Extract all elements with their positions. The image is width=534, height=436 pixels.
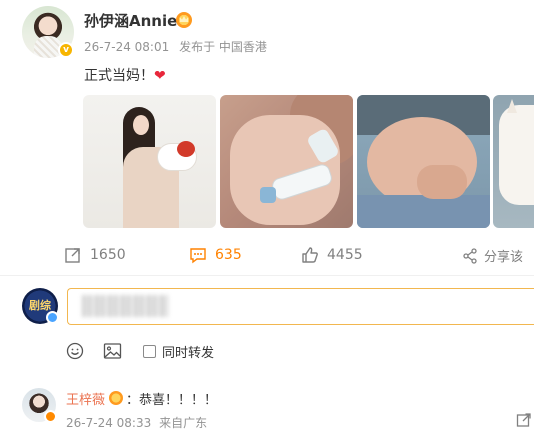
forward-label: 同时转发 bbox=[162, 346, 215, 361]
thumbs-up-icon bbox=[302, 247, 318, 263]
comment-icon bbox=[190, 248, 206, 264]
emoji-button[interactable] bbox=[66, 342, 84, 360]
author-name[interactable]: 孙伊涵Annie bbox=[84, 10, 177, 31]
member-crown-icon bbox=[176, 12, 192, 28]
image-icon bbox=[103, 343, 122, 359]
blurred-input-text bbox=[82, 295, 168, 317]
comment-repost-button[interactable] bbox=[516, 412, 532, 432]
post-text: 正式当妈！❤ bbox=[84, 65, 166, 85]
photo-pregnant-belly[interactable] bbox=[357, 95, 490, 228]
photo-mother-holding-baby[interactable] bbox=[83, 95, 216, 228]
comment-meta: 26-7-24 08:33 来自广东 bbox=[66, 414, 207, 431]
share-label: 分享该 bbox=[484, 250, 524, 265]
comment-button[interactable]: 635 bbox=[189, 246, 242, 264]
like-button[interactable]: 4455 bbox=[301, 246, 363, 264]
my-verified-icon bbox=[46, 311, 59, 324]
photo-dog[interactable] bbox=[493, 95, 534, 228]
divider bbox=[0, 275, 534, 276]
my-avatar-label: 剧综 bbox=[29, 299, 51, 312]
post-meta: 26-7-24 08:01 发布于 中国香港 bbox=[84, 38, 267, 55]
repost-button[interactable]: 1650 bbox=[64, 246, 126, 264]
commenter-crown-icon bbox=[109, 391, 123, 405]
smiley-icon bbox=[66, 342, 84, 360]
checkbox-box[interactable] bbox=[143, 345, 156, 358]
post-time[interactable]: 26-7-24 08:01 bbox=[84, 40, 169, 54]
post-body: 正式当妈！ bbox=[84, 68, 154, 84]
like-count: 4455 bbox=[327, 247, 363, 263]
comment-count: 635 bbox=[215, 247, 242, 263]
comment-text: ：恭喜！！！！ bbox=[126, 393, 218, 408]
commenter-verified-icon bbox=[44, 410, 57, 423]
forward-checkbox[interactable]: 同时转发 bbox=[143, 342, 214, 361]
commenter-name[interactable]: 王梓薇 bbox=[66, 389, 105, 408]
verified-badge-icon: v bbox=[58, 42, 74, 58]
share-icon bbox=[463, 247, 477, 264]
heart-emoji: ❤ bbox=[154, 68, 166, 84]
repost-count: 1650 bbox=[90, 247, 126, 263]
share-button[interactable]: 分享该 bbox=[462, 246, 523, 265]
comment-location: 来自广东 bbox=[159, 416, 208, 430]
photo-hospital-wristband[interactable] bbox=[220, 95, 353, 228]
repost-icon bbox=[516, 413, 531, 427]
repost-icon bbox=[65, 248, 80, 263]
comment-time: 26-7-24 08:33 bbox=[66, 416, 152, 430]
post-location: 发布于 中国香港 bbox=[179, 40, 267, 54]
image-button[interactable] bbox=[103, 342, 122, 360]
